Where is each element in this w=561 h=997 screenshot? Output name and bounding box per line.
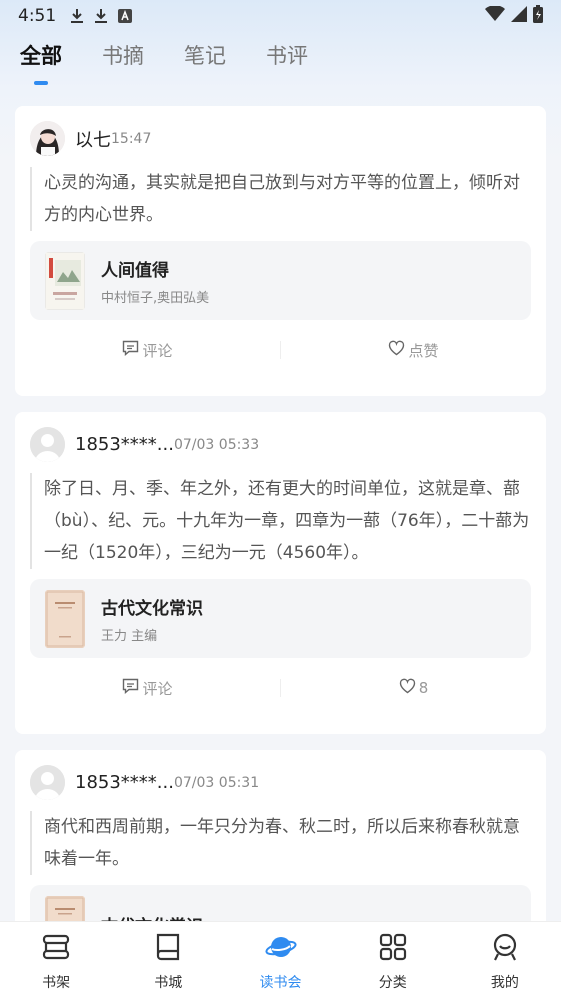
post-time: 07/03 05:31 [173, 774, 260, 791]
tab-label: 书摘 [102, 44, 144, 68]
a-icon [118, 9, 133, 23]
avatar[interactable] [30, 765, 65, 800]
heart-icon [388, 340, 405, 360]
nav-bookshelf[interactable]: 书架 [0, 922, 112, 997]
book-reference[interactable]: 古代文化常识 王力 主编 [30, 579, 531, 658]
nav-book-club[interactable]: 读书会 [224, 922, 336, 997]
signal-icon [511, 5, 527, 27]
bookshelf-icon [41, 932, 71, 966]
quote-text[interactable]: 商代和西周前期，一年只分为春、秋二时，所以后来称春秋就意味着一年。 [30, 811, 531, 875]
status-time: 4:51 [18, 6, 57, 26]
book-info: 古代文化常识 王力 主编 [101, 594, 203, 644]
post-actions: 评论 点赞 [15, 335, 546, 365]
post-actions: 评论 8 [15, 673, 546, 703]
book-info: 人间值得 中村恒子,奥田弘美 [101, 256, 209, 306]
planet-icon [264, 932, 297, 966]
comment-label: 评论 [142, 341, 173, 360]
post-card[interactable]: 以七 15:47 心灵的沟通，其实就是把自己放到与对方平等的位置上，倾听对方的内… [15, 106, 546, 396]
post-header: 1853****... 07/03 05:33 [30, 427, 259, 462]
like-count: 8 [418, 679, 429, 697]
profile-icon [490, 932, 520, 966]
post-header: 1853****... 07/03 05:31 [30, 765, 259, 800]
like-button[interactable]: 8 [281, 678, 546, 698]
category-tabs: 全部 书摘 笔记 书评 [20, 40, 308, 86]
comment-label: 评论 [142, 679, 173, 698]
quote-text[interactable]: 除了日、月、季、年之外，还有更大的时间单位，这就是章、蔀（bù）、纪、元。十九年… [30, 473, 531, 569]
nav-profile[interactable]: 我的 [449, 922, 561, 997]
nav-label: 分类 [378, 975, 407, 991]
comment-icon [122, 678, 139, 698]
avatar[interactable] [30, 427, 65, 462]
book-cover [45, 251, 85, 310]
nav-label: 读书会 [259, 975, 302, 991]
book-title: 古代文化常识 [101, 598, 203, 619]
tab-label: 笔记 [184, 44, 226, 68]
tab-label: 书评 [266, 44, 308, 68]
wifi-icon [485, 4, 505, 27]
tab-all[interactable]: 全部 [20, 40, 62, 86]
nav-label: 书架 [42, 975, 71, 991]
post-card[interactable]: 1853****... 07/03 05:33 除了日、月、季、年之外，还有更大… [15, 412, 546, 734]
book-author: 王力 主编 [101, 628, 158, 644]
book-icon [153, 932, 183, 966]
download-icon [94, 8, 108, 24]
tab-label: 全部 [20, 44, 62, 68]
nav-label: 我的 [490, 975, 519, 991]
nav-bookstore[interactable]: 书城 [112, 922, 224, 997]
book-author: 中村恒子,奥田弘美 [101, 290, 210, 306]
avatar[interactable] [30, 121, 65, 156]
heart-icon [399, 678, 416, 698]
post-time: 15:47 [111, 130, 152, 147]
tab-excerpts[interactable]: 书摘 [102, 40, 144, 86]
quote-text[interactable]: 心灵的沟通，其实就是把自己放到与对方平等的位置上，倾听对方的内心世界。 [30, 167, 531, 231]
grid-icon [378, 932, 408, 966]
tab-notes[interactable]: 笔记 [184, 40, 226, 86]
comment-button[interactable]: 评论 [15, 678, 280, 699]
tab-reviews[interactable]: 书评 [266, 40, 308, 86]
user-name[interactable]: 1853****... [75, 772, 174, 793]
status-bar: 4:51 [0, 0, 561, 32]
tab-indicator [34, 81, 48, 85]
post-card[interactable]: 1853****... 07/03 05:31 商代和西周前期，一年只分为春、秋… [15, 750, 546, 964]
post-time: 07/03 05:33 [173, 436, 260, 453]
book-reference[interactable]: 人间值得 中村恒子,奥田弘美 [30, 241, 531, 320]
post-header: 以七 15:47 [30, 121, 151, 156]
book-cover [45, 589, 85, 648]
like-button[interactable]: 点赞 [281, 340, 546, 361]
user-name[interactable]: 以七 [75, 126, 111, 152]
nav-categories[interactable]: 分类 [337, 922, 449, 997]
comment-icon [122, 340, 139, 360]
user-name[interactable]: 1853****... [75, 434, 174, 455]
nav-label: 书城 [154, 975, 183, 991]
like-label: 点赞 [408, 341, 439, 360]
comment-button[interactable]: 评论 [15, 340, 280, 361]
book-title: 人间值得 [101, 260, 169, 281]
battery-icon [533, 4, 543, 28]
download-icon [70, 8, 84, 24]
bottom-nav: 书架 书城 读书会 分类 我的 [0, 921, 561, 997]
